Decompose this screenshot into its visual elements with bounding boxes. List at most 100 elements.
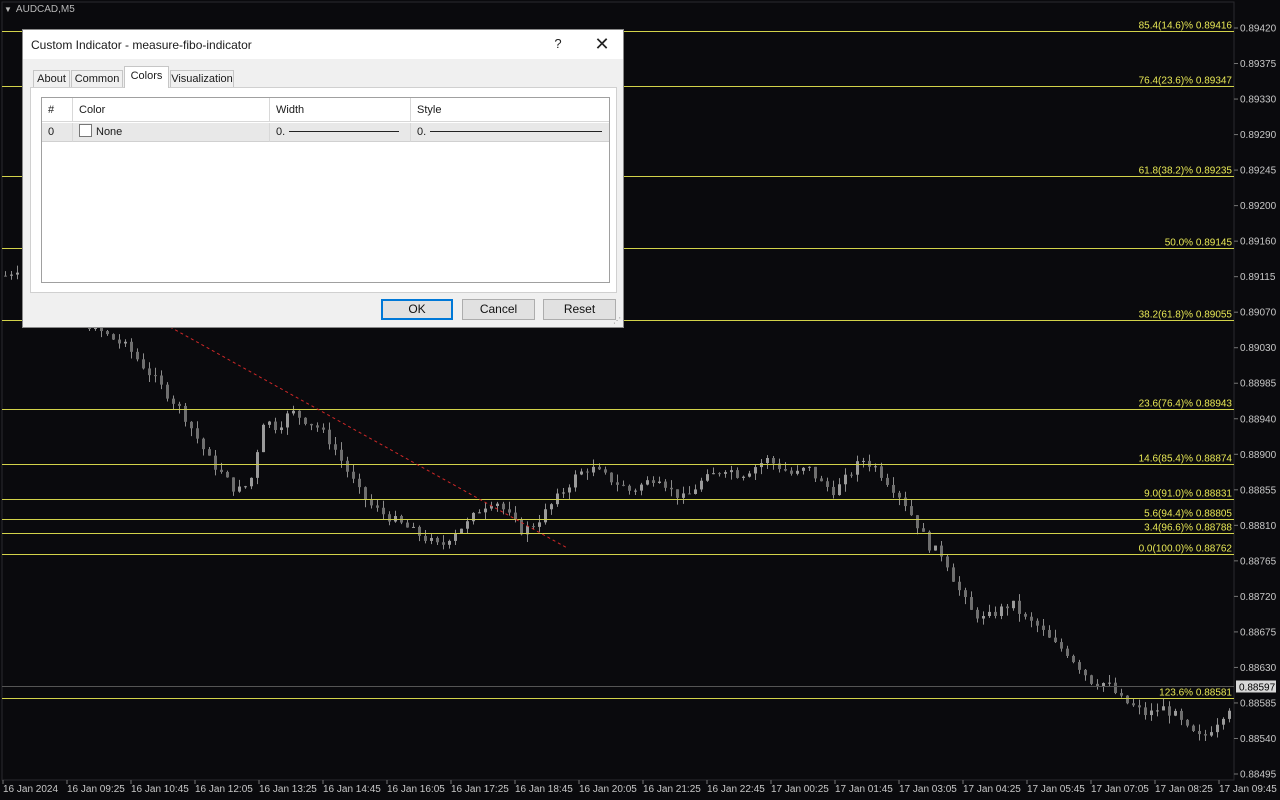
candle-body [730, 470, 733, 473]
candle-body [502, 503, 505, 510]
ok-button[interactable]: OK [381, 299, 453, 320]
y-tick-label: 0.89200 [1240, 201, 1277, 212]
dialog-titlebar[interactable]: Custom Indicator - measure-fibo-indicato… [23, 30, 623, 59]
candle-body [280, 427, 283, 431]
y-tick-label: 0.88540 [1240, 734, 1277, 745]
cancel-button[interactable]: Cancel [462, 299, 535, 320]
candle-body [688, 493, 691, 495]
close-icon[interactable]: ✕ [591, 33, 613, 55]
help-icon[interactable]: ? [551, 36, 565, 52]
candle-body [550, 504, 553, 510]
candle-body [10, 274, 13, 276]
tab-about[interactable]: About [33, 70, 70, 87]
symbol-label: AUDCAD,M5 [15, 4, 75, 15]
candle-body [814, 466, 817, 479]
current-price-label: 0.88597 [1239, 683, 1276, 694]
candle-body [838, 484, 841, 496]
candle-body [640, 484, 643, 491]
candle-body [562, 492, 565, 494]
candle-body [712, 473, 715, 475]
chart-menu-icon[interactable]: ▼ [4, 5, 12, 14]
candle-body [496, 503, 499, 506]
candle-body [430, 537, 433, 541]
candle-body [958, 581, 961, 591]
candle-body [1132, 703, 1135, 706]
candle-body [982, 616, 985, 619]
candle-body [634, 490, 637, 492]
candle-body [1078, 662, 1081, 670]
candle-body [442, 542, 445, 545]
x-tick-label: 16 Jan 09:25 [67, 784, 125, 795]
tab-visualization[interactable]: Visualization [170, 70, 234, 87]
y-tick-label: 0.89420 [1240, 24, 1277, 35]
candle-body [268, 421, 271, 425]
y-tick-label: 0.89070 [1240, 308, 1277, 319]
candle-body [1150, 710, 1153, 716]
y-tick-label: 0.88765 [1240, 556, 1277, 567]
fibo-level-label: 23.6(76.4)% 0.88943 [1139, 399, 1233, 410]
x-tick-label: 16 Jan 13:25 [259, 784, 317, 795]
candle-body [766, 457, 769, 464]
candle-body [718, 473, 721, 475]
row-width-cell[interactable]: 0. [270, 123, 411, 142]
colors-grid: # Color Width Style 0 None 0. 0. [41, 97, 610, 283]
x-tick-label: 16 Jan 22:45 [707, 784, 765, 795]
col-header-index: # [42, 98, 73, 122]
candle-body [844, 474, 847, 485]
candle-body [1072, 655, 1075, 663]
chart-window-title[interactable]: ▼ AUDCAD,M5 [4, 4, 75, 15]
colors-panel: # Color Width Style 0 None 0. 0. [30, 87, 617, 293]
candle-body [580, 471, 583, 475]
candle-body [916, 515, 919, 529]
candle-body [196, 428, 199, 439]
candle-body [466, 521, 469, 529]
row-style-cell[interactable]: 0. [411, 123, 609, 142]
row-index: 0 [42, 123, 73, 142]
candle-body [250, 477, 253, 487]
candle-body [352, 471, 355, 479]
y-tick-label: 0.89030 [1240, 343, 1277, 354]
reset-button[interactable]: Reset [543, 299, 616, 320]
candle-body [406, 522, 409, 528]
candle-body [538, 522, 541, 527]
candle-body [670, 487, 673, 490]
candle-body [130, 341, 133, 352]
candle-body [898, 492, 901, 498]
candle-body [790, 470, 793, 474]
tab-common[interactable]: Common [71, 70, 123, 87]
candle-body [1000, 606, 1003, 616]
x-tick-label: 17 Jan 00:25 [771, 784, 829, 795]
x-tick-label: 16 Jan 14:45 [323, 784, 381, 795]
candle-body [298, 410, 301, 418]
candle-body [118, 339, 121, 344]
candle-body [1060, 642, 1063, 649]
candle-body [382, 507, 385, 515]
x-tick-label: 16 Jan 20:05 [579, 784, 637, 795]
candle-body [922, 528, 925, 532]
candle-body [1090, 675, 1093, 684]
y-tick-label: 0.88810 [1240, 521, 1277, 532]
resize-grip-icon[interactable]: ⋰ [613, 316, 621, 325]
tab-colors[interactable]: Colors [124, 66, 169, 88]
candle-body [106, 331, 109, 335]
candle-body [700, 480, 703, 490]
candle-body [310, 423, 313, 426]
candle-body [934, 545, 937, 551]
candle-body [334, 444, 337, 450]
candle-body [208, 449, 211, 456]
fibo-level-label: 61.8(38.2)% 0.89235 [1139, 166, 1233, 177]
candle-body [454, 533, 457, 541]
candle-body [16, 272, 19, 275]
candle-body [292, 410, 295, 414]
x-tick-label: 16 Jan 17:25 [451, 784, 509, 795]
line-style-icon [430, 131, 603, 132]
candle-body [1036, 620, 1039, 626]
candle-body [148, 368, 151, 376]
color-swatch-icon[interactable] [79, 124, 92, 137]
candle-body [742, 476, 745, 478]
row-color-cell[interactable]: None [73, 123, 270, 142]
candle-body [610, 472, 613, 483]
candle-body [646, 480, 649, 485]
candle-body [568, 487, 571, 493]
candle-body [214, 455, 217, 470]
